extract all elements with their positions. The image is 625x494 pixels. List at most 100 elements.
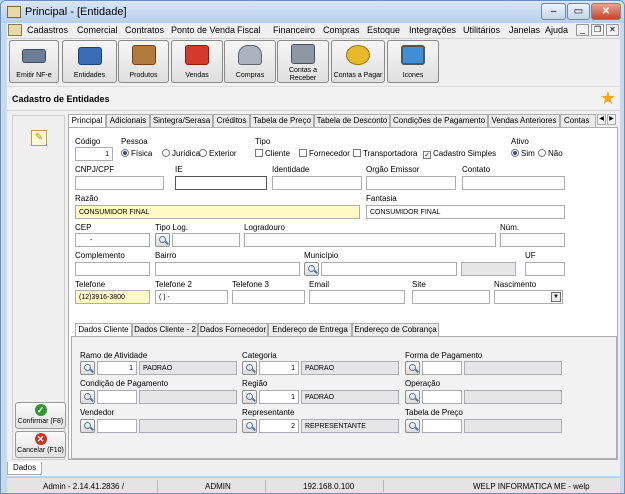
tab-contas-a[interactable]: Contas a xyxy=(560,114,596,127)
menu-cadastros[interactable]: Cadastros xyxy=(27,25,68,35)
municipio-field[interactable] xyxy=(321,262,457,276)
pessoa-juridica-radio[interactable]: Jurídica xyxy=(162,149,200,158)
ativo-nao-radio[interactable]: Não xyxy=(538,149,563,158)
menu-financeiro[interactable]: Financeiro xyxy=(273,25,315,35)
tab-sintegra-serasa[interactable]: Sintegra/Serasa xyxy=(150,114,213,127)
representante-search-icon[interactable] xyxy=(242,419,257,433)
pessoa-exterior-radio[interactable]: Exterior xyxy=(199,149,237,158)
tabela-preco-search-icon[interactable] xyxy=(405,419,420,433)
tab-vendas-anteriores[interactable]: Vendas Anteriores xyxy=(488,114,560,127)
categoria-search-icon[interactable] xyxy=(242,361,257,375)
tab-principal[interactable]: Principal xyxy=(68,114,106,128)
close-button[interactable]: ✕ xyxy=(591,3,621,20)
vendedor-code-field[interactable] xyxy=(97,419,137,433)
menu-contratos[interactable]: Contratos xyxy=(125,25,164,35)
tab-adicionais[interactable]: Adicionais xyxy=(106,114,150,127)
tipo-transportadora-checkbox[interactable]: Transportadora xyxy=(353,149,417,158)
condicao-pagamento-code-field[interactable] xyxy=(97,390,137,404)
fantasia-field[interactable]: CONSUMIDOR FINAL xyxy=(366,205,565,219)
tipo-cadastro-simples-checkbox[interactable]: ✓ Cadastro Simples xyxy=(423,149,496,159)
maximize-button[interactable]: ▭ xyxy=(567,3,590,20)
minimize-button[interactable]: – xyxy=(541,3,566,20)
condicao-pagamento-search-icon[interactable] xyxy=(80,390,95,404)
confirmar-button[interactable]: ✓ Confirmar (F8) xyxy=(15,402,66,429)
subtab-dados-cliente[interactable]: Dados Cliente xyxy=(75,323,132,337)
contato-field[interactable] xyxy=(462,176,565,190)
nascimento-dropdown-icon[interactable]: ▼ xyxy=(551,292,561,302)
bairro-field[interactable] xyxy=(155,262,300,276)
representante-code-field[interactable]: 2 xyxy=(259,419,299,433)
menu-ponto-de-venda[interactable]: Ponto de Venda xyxy=(171,25,235,35)
edit-icon[interactable]: ✎ xyxy=(31,130,47,146)
menu-ajuda[interactable]: Ajuda xyxy=(545,25,568,35)
vendedor-search-icon[interactable] xyxy=(80,419,95,433)
favorite-star-icon[interactable]: ★ xyxy=(600,88,616,109)
mdi-app-icon[interactable] xyxy=(8,24,22,36)
tab-scroll-left-icon[interactable]: ◀ xyxy=(597,114,606,125)
codigo-field[interactable]: 1 xyxy=(75,147,113,161)
tipo-cliente-checkbox[interactable]: Cliente xyxy=(255,149,290,158)
subtab-endereco-de-entrega[interactable]: Endereço de Entrega xyxy=(268,323,352,336)
operacao-search-icon[interactable] xyxy=(405,390,420,404)
menu-fiscal[interactable]: Fiscal xyxy=(237,25,261,35)
cnpj-cpf-field[interactable] xyxy=(75,176,164,190)
forma-pagamento-code-field[interactable] xyxy=(422,361,462,375)
mdi-close-button[interactable]: ✕ xyxy=(606,24,619,36)
menu-compras[interactable]: Compras xyxy=(323,25,360,35)
contas-a-receber-button[interactable]: Contas a Receber xyxy=(277,40,329,83)
tab-tabela-de-desconto[interactable]: Tabela de Desconto xyxy=(314,114,390,127)
tipo-log-search-icon[interactable] xyxy=(155,233,170,247)
identidade-field[interactable] xyxy=(272,176,362,190)
ie-field[interactable] xyxy=(175,176,267,190)
tipo-fornecedor-checkbox[interactable]: Fornecedor xyxy=(299,149,350,158)
tab-condicoes-de-pagamento[interactable]: Condições de Pagamento xyxy=(390,114,488,127)
logradouro-field[interactable] xyxy=(244,233,496,247)
telefone-2-field[interactable]: ( ) - xyxy=(155,290,228,304)
site-field[interactable] xyxy=(412,290,490,304)
telefone-field[interactable]: (12)3916-3800 xyxy=(75,290,150,304)
cep-field[interactable]: - xyxy=(75,233,150,247)
categoria-code-field[interactable]: 1 xyxy=(259,361,299,375)
menu-janelas[interactable]: Janelas xyxy=(509,25,540,35)
complemento-field[interactable] xyxy=(75,262,150,276)
pessoa-fisica-radio[interactable]: Física xyxy=(121,149,152,158)
ativo-sim-radio[interactable]: Sim xyxy=(511,149,535,158)
subtab-dados-fornecedor[interactable]: Dados Fornecedor xyxy=(198,323,268,336)
ramo-atividade-code-field[interactable]: 1 xyxy=(97,361,137,375)
razao-field[interactable]: CONSUMIDOR FINAL xyxy=(75,205,360,219)
tab-scroll-right-icon[interactable]: ▶ xyxy=(607,114,616,125)
menu-utilitarios[interactable]: Utilitários xyxy=(463,25,500,35)
menu-estoque[interactable]: Estoque xyxy=(367,25,400,35)
contas-a-pagar-button[interactable]: Contas a Pagar xyxy=(331,40,385,83)
mdi-minimize-button[interactable]: _ xyxy=(576,24,589,36)
numero-field[interactable] xyxy=(500,233,565,247)
vendas-button[interactable]: Vendas xyxy=(171,40,223,83)
icones-button[interactable]: Icones xyxy=(387,40,439,83)
tipo-log-field[interactable] xyxy=(172,233,240,247)
menu-comercial[interactable]: Comercial xyxy=(77,25,118,35)
forma-pagamento-search-icon[interactable] xyxy=(405,361,420,375)
emitir-nfe-button[interactable]: Emitir NF-e xyxy=(9,40,59,83)
tab-dados[interactable]: Dados xyxy=(7,462,42,475)
uf-field[interactable] xyxy=(525,262,565,276)
status-user: ADMIN xyxy=(205,482,231,491)
regiao-search-icon[interactable] xyxy=(242,390,257,404)
email-field[interactable] xyxy=(309,290,405,304)
ramo-atividade-search-icon[interactable] xyxy=(80,361,95,375)
tabela-preco-code-field[interactable] xyxy=(422,419,462,433)
subtab-dados-cliente-2[interactable]: Dados Cliente - 2 xyxy=(132,323,198,336)
tab-tabela-de-preco[interactable]: Tabela de Preço xyxy=(250,114,314,127)
regiao-code-field[interactable]: 1 xyxy=(259,390,299,404)
mdi-restore-button[interactable]: ❐ xyxy=(591,24,604,36)
produtos-button[interactable]: Produtos xyxy=(118,40,169,83)
menu-integracoes[interactable]: Integrações xyxy=(409,25,456,35)
municipio-search-icon[interactable] xyxy=(304,262,319,276)
tab-creditos[interactable]: Créditos xyxy=(213,114,250,127)
compras-button[interactable]: Compras xyxy=(224,40,276,83)
operacao-code-field[interactable] xyxy=(422,390,462,404)
telefone-3-field[interactable] xyxy=(232,290,305,304)
orgao-emissor-field[interactable] xyxy=(366,176,456,190)
cancelar-button[interactable]: ✕ Cancelar (F10) xyxy=(15,431,66,458)
subtab-endereco-de-cobranca[interactable]: Endereço de Cobrança xyxy=(352,323,439,336)
entidades-button[interactable]: Entidades xyxy=(62,40,117,83)
